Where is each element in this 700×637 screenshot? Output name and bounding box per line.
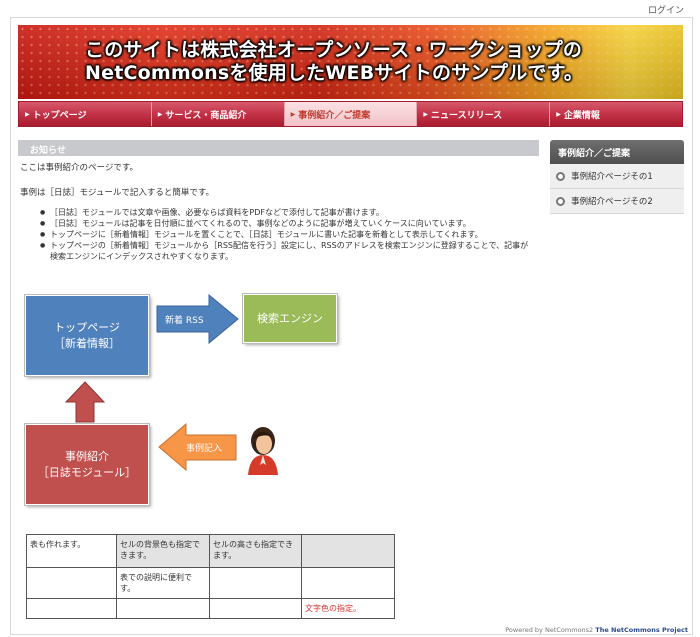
bullet-circle-icon (556, 171, 565, 181)
diagram-search-engine-box: 検索エンジン (242, 293, 338, 344)
intro-text: ここは事例紹介のページです。 (20, 163, 138, 173)
table-cell: 文字色の指定。 (301, 598, 395, 619)
table-row: 文字色の指定。 (26, 598, 395, 619)
table-cell: セルの高さも指定できます。 (209, 534, 302, 568)
footer-powered-by: Powered by NetCommons2 The NetCommons Pr… (505, 626, 688, 634)
person-icon (248, 427, 278, 475)
feature-list: ［日誌］モジュールでは文章や画像、必要ならば資料をPDFなどで添付して記事が書け… (40, 207, 535, 262)
lead-text: 事例は［日誌］モジュールで記入すると簡単です。 (20, 188, 215, 198)
sample-table: 表も作れます。 セルの背景色も指定できます。 セルの高さも指定できます。 表での… (26, 534, 395, 619)
main-nav: ▶ トップページ ▶ サービス・商品紹介 ▶ 事例紹介／ご提案 ▶ ニュースリリース ▶… (18, 101, 683, 127)
sidebar-title: 事例紹介／ご提案 (550, 140, 684, 164)
table-cell: 表での説明に便利です。 (116, 567, 210, 599)
diagram-top-page-box: トップページ ［新着情報］ (24, 294, 150, 377)
table-cell (116, 598, 210, 619)
triangle-right-icon: ▶ (25, 110, 30, 118)
banner-title: このサイトは株式会社オープンソース・ワークショップの NetCommonsを使用… (85, 39, 583, 85)
table-cell (26, 567, 117, 599)
table-row: 表での説明に便利です。 (26, 567, 395, 599)
list-item: ［日誌］モジュールは記事を日付順に並べてくれるので、事例などのように記事が増えて… (40, 218, 535, 229)
notice-box-title: お知らせ (18, 140, 539, 156)
triangle-right-icon: ▶ (423, 110, 429, 118)
rss-arrow-label: 新着 RSS (165, 316, 204, 326)
sidebar-item-case-2[interactable]: 事例紹介ページその2 (550, 189, 684, 214)
table-cell (26, 598, 117, 619)
list-item: ［日誌］モジュールでは文章や画像、必要ならば資料をPDFなどで添付して記事が書け… (40, 207, 535, 218)
table-cell: 表も作れます。 (26, 534, 117, 568)
sidebar-item-case-1[interactable]: 事例紹介ページその1 (550, 164, 684, 189)
nav-item-services[interactable]: ▶ サービス・商品紹介 (152, 102, 285, 126)
triangle-right-icon: ▶ (157, 110, 163, 118)
bullet-circle-icon (556, 196, 565, 206)
nav-item-news[interactable]: ▶ ニュースリリース (417, 102, 551, 126)
table-cell (209, 598, 302, 619)
triangle-right-icon: ▶ (556, 110, 561, 118)
list-item: トップページの［新着情報］モジュールから［RSS配信を行う］設定にし、RSSのア… (40, 240, 535, 262)
up-arrow (64, 381, 106, 423)
login-link[interactable]: ログイン (648, 3, 684, 16)
banner-title-line1: このサイトは株式会社オープンソース・ワークショップの (85, 39, 583, 61)
table-cell (301, 567, 395, 599)
diagram-case-box: 事例紹介 ［日誌モジュール］ (24, 423, 150, 506)
banner-title-line2: NetCommonsを使用したWEBサイトのサンプルです。 (85, 62, 584, 84)
table-cell: セルの背景色も指定できます。 (116, 534, 210, 568)
table-cell (209, 567, 302, 599)
triangle-right-icon: ▶ (290, 110, 296, 118)
entry-arrow-label: 事例記入 (186, 444, 223, 454)
table-row: 表も作れます。 セルの背景色も指定できます。 セルの高さも指定できます。 (26, 534, 395, 568)
list-item: トップページに［新着情報］モジュールを置くことで、［日誌］モジュールに書いた記事… (40, 229, 535, 240)
nav-item-cases[interactable]: ▶ 事例紹介／ご提案 (284, 102, 418, 126)
header-banner: このサイトは株式会社オープンソース・ワークショップの NetCommonsを使用… (18, 25, 683, 99)
netcommons-project-link[interactable]: The NetCommons Project (595, 626, 688, 634)
table-cell (301, 534, 395, 568)
nav-item-top[interactable]: ▶ トップページ (19, 102, 152, 126)
nav-item-company[interactable]: ▶ 企業情報 (550, 102, 682, 126)
